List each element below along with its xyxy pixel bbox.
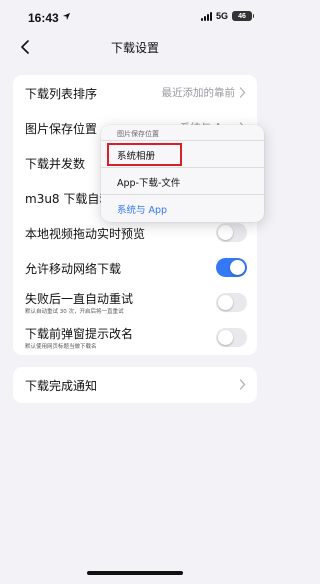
status-bar: 16:43 5G 46 <box>0 0 270 34</box>
rename-prompt-description: 默认使用网页标题当做下载名 <box>25 344 97 350</box>
mobile-network-label: 允许移动网络下载 <box>25 262 122 276</box>
home-indicator[interactable] <box>87 571 183 575</box>
rename-prompt-toggle[interactable] <box>216 328 247 347</box>
notify-card: 下载完成通知 <box>13 367 257 403</box>
status-time: 16:43 <box>28 11 59 25</box>
toggle-knob <box>218 330 233 345</box>
download-complete-notify-row[interactable]: 下载完成通知 <box>13 367 257 402</box>
local-video-preview-toggle[interactable] <box>216 223 247 242</box>
mobile-network-row: 允许移动网络下载 <box>13 250 257 285</box>
nav-bar: 下载设置 <box>0 34 270 62</box>
local-video-preview-label: 本地视频拖动实时预览 <box>25 227 146 241</box>
list-sort-label: 下载列表排序 <box>25 87 98 101</box>
network-type: 5G <box>215 11 228 21</box>
menu-option-label: App-下载-文件 <box>117 178 181 189</box>
mobile-network-toggle[interactable] <box>216 258 247 277</box>
chevron-right-icon <box>239 87 246 98</box>
rename-prompt-label: 下载前弹窗提示改名 <box>25 327 134 341</box>
image-save-label: 图片保存位置 <box>25 122 98 136</box>
list-sort-row[interactable]: 下载列表排序 最近添加的靠前 <box>13 75 257 110</box>
rename-prompt-row: 下载前弹窗提示改名 默认使用网页标题当做下载名 <box>13 320 257 355</box>
menu-option-system-and-app[interactable]: 系统与 App <box>101 195 264 221</box>
auto-retry-toggle[interactable] <box>216 293 247 312</box>
download-complete-notify-label: 下载完成通知 <box>25 379 98 393</box>
chevron-right-icon <box>239 379 246 390</box>
auto-retry-label: 失败后一直自动重试 <box>25 292 134 306</box>
concurrency-label: 下载并发数 <box>25 157 86 171</box>
auto-retry-row: 失败后一直自动重试 默认自动重试 30 次，开启后将一直重试 <box>13 285 257 320</box>
page-title: 下载设置 <box>110 41 159 55</box>
menu-option-app-download-files[interactable]: App-下载-文件 <box>101 168 264 194</box>
menu-option-label: 系统与 App <box>117 205 168 216</box>
toggle-knob <box>230 260 245 275</box>
list-sort-value: 最近添加的靠前 <box>161 87 236 99</box>
toggle-knob <box>218 295 233 310</box>
toggle-knob <box>218 225 233 240</box>
image-save-location-menu: 图片保存位置 系统相册 App-下载-文件 系统与 App <box>101 125 264 222</box>
cellular-signal-icon <box>200 11 212 21</box>
highlight-annotation <box>107 143 182 166</box>
battery-level: 46 <box>238 12 246 20</box>
m3u8-label: m3u8 下载自动 <box>25 192 112 206</box>
menu-title: 图片保存位置 <box>117 130 159 138</box>
battery-icon: 46 <box>232 11 254 21</box>
auto-retry-description: 默认自动重试 30 次，开启后将一直重试 <box>25 309 124 315</box>
location-arrow-icon <box>62 12 71 21</box>
